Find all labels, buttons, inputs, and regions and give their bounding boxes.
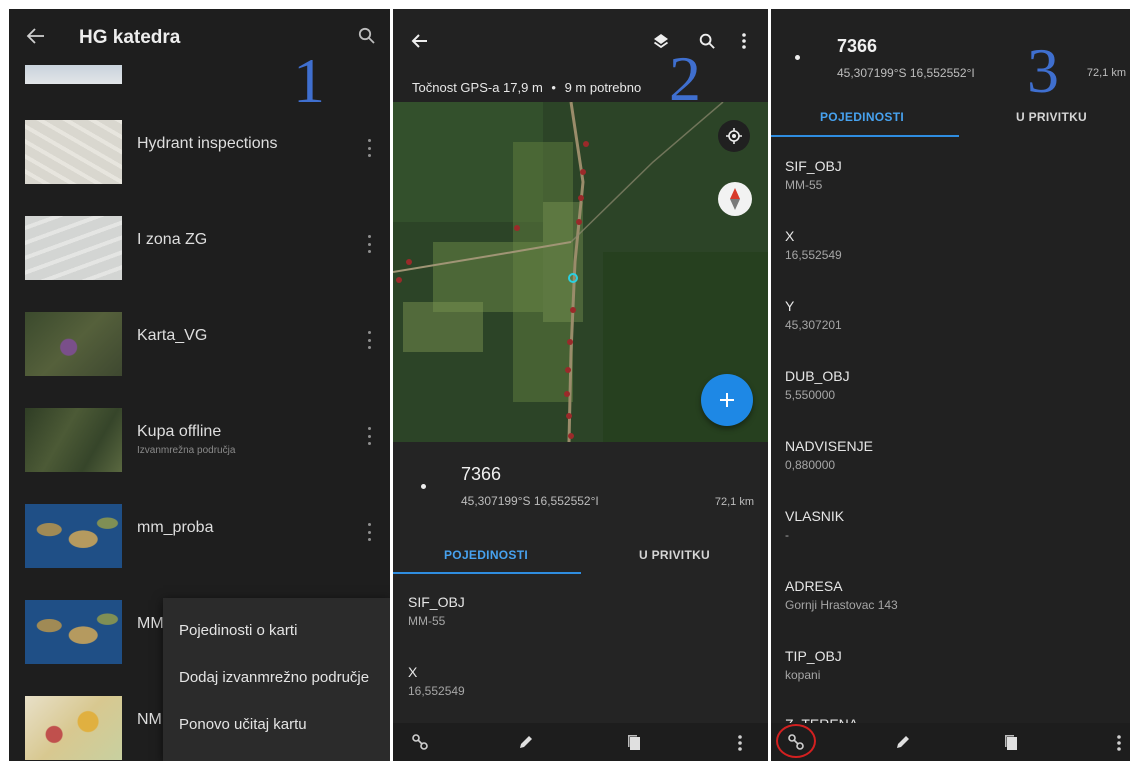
- gps-accuracy-bar: Točnost GPS-a 17,9 m • 9 m potrebno: [412, 80, 642, 95]
- map-thumbnail: [25, 312, 122, 376]
- field-value: 0,880000: [785, 458, 836, 472]
- panel-number: 3: [1027, 35, 1059, 106]
- map-list-panel: HG katedra 1 Hydrant inspections I zona …: [9, 9, 390, 761]
- menu-item-map-details[interactable]: Pojedinosti o karti: [179, 622, 297, 639]
- more-vert-icon[interactable]: [1113, 733, 1125, 753]
- list-item[interactable]: mm_proba: [9, 497, 390, 593]
- copy-icon[interactable]: [1000, 731, 1022, 753]
- tab-indicator: [393, 572, 581, 574]
- field-label: SIF_OBJ: [785, 158, 842, 174]
- map-thumbnail: [25, 696, 122, 760]
- more-vert-icon[interactable]: [734, 733, 746, 753]
- gps-locate-icon[interactable]: [718, 120, 750, 152]
- list-item[interactable]: Karta_VG: [9, 305, 390, 401]
- more-vert-icon[interactable]: [362, 521, 376, 543]
- map-thumbnail: [25, 408, 122, 472]
- copy-icon[interactable]: [623, 731, 645, 753]
- bottom-toolbar: [393, 723, 768, 761]
- feature-title: 7366: [461, 464, 502, 484]
- back-arrow-icon[interactable]: [23, 23, 49, 49]
- tab-indicator: [771, 135, 959, 137]
- menu-item-reload-map[interactable]: Ponovo učitaj kartu: [179, 716, 307, 733]
- feature-card: 7366 45,307199°S 16,552552°I 72,1 km POJ…: [393, 442, 768, 761]
- list-item[interactable]: [9, 53, 390, 89]
- top-app-bar: Točnost GPS-a 17,9 m • 9 m potrebno: [393, 9, 768, 102]
- edit-icon[interactable]: [892, 731, 914, 753]
- map-thumbnail: [25, 504, 122, 568]
- page-title: HG katedra: [79, 27, 181, 48]
- tab-attachments[interactable]: U PRIVITKU: [1016, 110, 1087, 124]
- gps-accuracy: Točnost GPS-a 17,9 m: [412, 80, 543, 95]
- link-icon[interactable]: [409, 731, 431, 753]
- feature-point-icon: [795, 55, 800, 60]
- bottom-toolbar: [771, 723, 1130, 761]
- map-thumbnail: [25, 216, 122, 280]
- field-label: X: [408, 664, 418, 680]
- map-title: mm_proba: [137, 519, 214, 536]
- back-arrow-icon[interactable]: [408, 29, 432, 53]
- map-title: Karta_VG: [137, 327, 208, 344]
- field-value: -: [785, 528, 789, 542]
- field-label: SIF_OBJ: [408, 594, 465, 610]
- map-title: Kupa offline: [137, 423, 222, 440]
- feature-coords: 45,307199°S 16,552552°I: [461, 494, 599, 508]
- field-label: VLASNIK: [785, 508, 845, 524]
- more-vert-icon[interactable]: [362, 137, 376, 159]
- tab-attachments[interactable]: U PRIVITKU: [639, 548, 710, 562]
- compass-icon[interactable]: [718, 182, 752, 216]
- satellite-map[interactable]: [393, 102, 768, 442]
- context-menu: Pojedinosti o karti Dodaj izvanmrežno po…: [163, 598, 390, 761]
- field-label: NADVISENJE: [785, 438, 873, 454]
- map-title: NM: [137, 711, 162, 728]
- map-title: MM: [137, 615, 164, 632]
- list-item[interactable]: Kupa offline Izvanmrežna područja: [9, 401, 390, 497]
- map-thumbnail: [25, 120, 122, 184]
- field-value: MM-55: [408, 614, 446, 628]
- tab-details[interactable]: POJEDINOSTI: [820, 110, 904, 124]
- field-label: ADRESA: [785, 578, 843, 594]
- gps-required: 9 m potrebno: [564, 80, 642, 95]
- map-subtitle: Izvanmrežna područja: [137, 445, 236, 456]
- map-title: I zona ZG: [137, 231, 208, 248]
- map-thumbnail: [25, 65, 122, 84]
- feature-coords: 45,307199°S 16,552552°I: [837, 66, 975, 80]
- map-title: Hydrant inspections: [137, 135, 278, 152]
- menu-item-add-offline-area[interactable]: Dodaj izvanmrežno područje: [179, 669, 369, 686]
- field-value: Gornji Hrastovac 143: [785, 598, 898, 612]
- edit-icon[interactable]: [515, 731, 537, 753]
- field-value: 16,552549: [785, 248, 842, 262]
- feature-details-panel: 7366 45,307199°S 16,552552°I 72,1 km 3 P…: [771, 9, 1130, 761]
- field-value: 45,307201: [785, 318, 842, 332]
- more-vert-icon[interactable]: [362, 329, 376, 351]
- add-icon[interactable]: [701, 374, 753, 426]
- field-value: kopani: [785, 668, 821, 682]
- feature-title: 7366: [837, 36, 878, 56]
- field-value: MM-55: [785, 178, 823, 192]
- field-label: Y: [785, 298, 795, 314]
- list-item[interactable]: Hydrant inspections: [9, 113, 390, 209]
- link-icon[interactable]: [785, 731, 807, 753]
- map-thumbnail: [25, 600, 122, 664]
- more-vert-icon[interactable]: [362, 233, 376, 255]
- tab-details[interactable]: POJEDINOSTI: [444, 548, 528, 562]
- field-label: X: [785, 228, 795, 244]
- feature-distance: 72,1 km: [1086, 67, 1126, 79]
- more-vert-icon[interactable]: [362, 425, 376, 447]
- field-value: 5,550000: [785, 388, 836, 402]
- field-label: DUB_OBJ: [785, 368, 850, 384]
- list-item[interactable]: I zona ZG: [9, 209, 390, 305]
- feature-point-icon: [421, 484, 426, 489]
- search-icon[interactable]: [356, 25, 378, 47]
- feature-distance: 72,1 km: [714, 496, 754, 508]
- field-label: TIP_OBJ: [785, 648, 842, 664]
- map-view-panel: Točnost GPS-a 17,9 m • 9 m potrebno 2 73…: [393, 9, 768, 761]
- more-vert-icon[interactable]: [737, 30, 751, 52]
- field-value: 16,552549: [408, 684, 465, 698]
